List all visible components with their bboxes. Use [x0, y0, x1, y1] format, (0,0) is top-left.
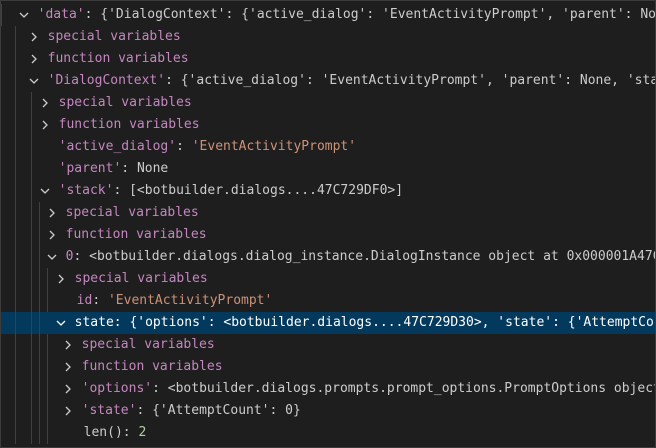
tree-row-state[interactable]: 'state': {'AttemptCount': 0}	[1, 400, 655, 422]
chevron-down-icon[interactable]	[46, 246, 58, 268]
variable-name: 'active_dialog'	[58, 139, 177, 154]
tree-row-stack-item-0[interactable]: 0: <botbuilder.dialogs.dialog_instance.D…	[1, 246, 655, 268]
variable-value: {'options': <botbuilder.dialogs....47C72…	[129, 315, 655, 330]
tree-row-parent[interactable]: 'parent': None	[1, 158, 655, 180]
variable-name: function variables	[58, 117, 200, 132]
tree-row-special-variables[interactable]: special variables	[1, 268, 655, 290]
tree-row-special-variables[interactable]: special variables	[1, 334, 655, 356]
variable-name: 'DialogContext'	[47, 73, 166, 88]
tree-row-special-variables[interactable]: special variables	[1, 92, 655, 114]
variable-name: special variables	[65, 205, 199, 220]
variable-name: special variables	[58, 95, 192, 110]
chevron-right-icon[interactable]	[46, 202, 58, 224]
variable-name: 'data'	[37, 7, 85, 22]
chevron-right-icon[interactable]	[39, 92, 51, 114]
variable-value: {'active_dialog': 'EventActivityPrompt',…	[180, 73, 655, 88]
variable-value: [<botbuilder.dialogs....47C729DF0>]	[129, 183, 404, 198]
variable-name: special variables	[74, 271, 208, 286]
tree-row-special-variables[interactable]: special variables	[1, 26, 655, 48]
variable-name: special variables	[47, 29, 181, 44]
variable-name: 'stack'	[58, 183, 114, 198]
chevron-right-icon[interactable]	[62, 400, 74, 422]
variable-name: special variables	[81, 337, 215, 352]
variable-name: len()	[83, 425, 123, 440]
tree-row-function-variables[interactable]: function variables	[1, 114, 655, 136]
chevron-right-icon[interactable]	[28, 26, 40, 48]
chevron-down-icon[interactable]	[39, 180, 51, 202]
chevron-right-icon[interactable]	[62, 356, 74, 378]
variable-value: 2	[138, 425, 147, 440]
variable-name: id	[76, 293, 93, 308]
chevron-right-icon[interactable]	[62, 334, 74, 356]
chevron-right-icon[interactable]	[55, 268, 67, 290]
chevron-right-icon[interactable]	[28, 48, 40, 70]
variables-tree: 'data': {'DialogContext': {'active_dialo…	[0, 0, 656, 448]
tree-row-active-dialog[interactable]: 'active_dialog': 'EventActivityPrompt'	[1, 136, 655, 158]
tree-row-len[interactable]: len(): 2	[1, 422, 655, 444]
tree-row-id[interactable]: id: 'EventActivityPrompt'	[1, 290, 655, 312]
tree-row-stack[interactable]: 'stack': [<botbuilder.dialogs....47C729D…	[1, 180, 655, 202]
variable-name: function variables	[47, 51, 189, 66]
variable-name: 'state'	[81, 403, 137, 418]
variable-value: <botbuilder.dialogs.dialog_instance.Dial…	[89, 249, 655, 264]
variable-value: <botbuilder.dialogs.prompts.prompt_optio…	[167, 381, 655, 396]
tree-row-dialogcontext[interactable]: 'DialogContext': {'active_dialog': 'Even…	[1, 70, 655, 92]
variable-value: {'AttemptCount': 0}	[152, 403, 301, 418]
tree-row-data[interactable]: 'data': {'DialogContext': {'active_dialo…	[1, 4, 655, 26]
variable-value: {'DialogContext': {'active_dialog': 'Eve…	[100, 7, 655, 22]
chevron-down-icon[interactable]	[28, 70, 40, 92]
chevron-right-icon[interactable]	[39, 114, 51, 136]
chevron-right-icon[interactable]	[62, 378, 74, 400]
chevron-down-icon[interactable]	[55, 312, 67, 334]
chevron-down-icon[interactable]	[18, 4, 30, 26]
variable-value: 'EventActivityPrompt'	[191, 139, 357, 154]
tree-row-function-variables[interactable]: function variables	[1, 224, 655, 246]
tree-row-function-variables[interactable]: function variables	[1, 48, 655, 70]
chevron-right-icon[interactable]	[46, 224, 58, 246]
tree-row-function-variables[interactable]: function variables	[1, 356, 655, 378]
variable-name: state	[74, 315, 114, 330]
variable-value: None	[136, 161, 169, 176]
variable-value: 'EventActivityPrompt'	[107, 293, 273, 308]
variable-name: function variables	[81, 359, 223, 374]
variable-name: 'parent'	[58, 161, 122, 176]
variable-name: function variables	[65, 227, 207, 242]
tree-row-state-selected[interactable]: state: {'options': <botbuilder.dialogs..…	[1, 312, 655, 334]
tree-row-special-variables[interactable]: special variables	[1, 202, 655, 224]
variable-name: 'options'	[81, 381, 153, 396]
tree-row-options[interactable]: 'options': <botbuilder.dialogs.prompts.p…	[1, 378, 655, 400]
